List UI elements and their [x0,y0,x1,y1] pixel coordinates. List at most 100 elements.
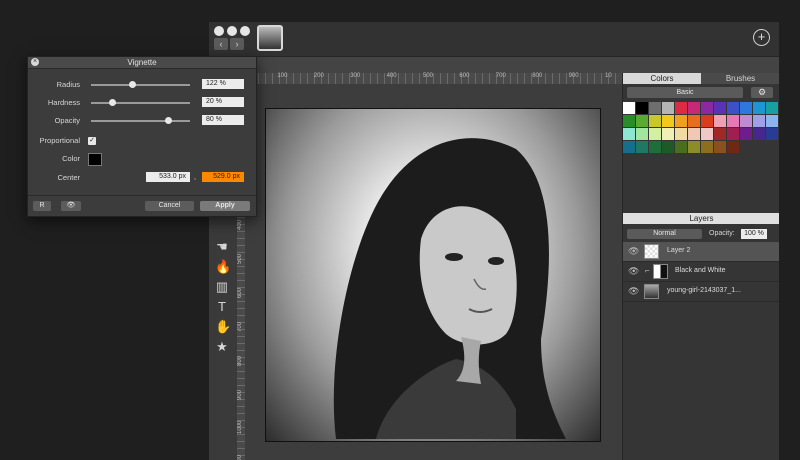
blend-mode-select[interactable]: Normal [627,229,702,239]
plus-circle-icon[interactable]: + [753,29,770,46]
hand-icon[interactable]: ✋ [215,320,231,334]
color-swatch[interactable] [753,128,765,140]
color-swatch[interactable] [766,115,778,127]
opacity-slider-knob[interactable] [164,117,172,124]
color-swatches [623,102,779,153]
color-swatch[interactable] [766,128,778,140]
eye-icon[interactable]: 👁 [628,246,639,257]
color-swatch[interactable] [740,128,752,140]
color-swatch[interactable] [649,141,661,153]
radius-slider-knob[interactable] [129,81,137,88]
color-swatch[interactable] [727,128,739,140]
star-icon[interactable]: ★ [215,340,229,354]
minimize-window-dot[interactable] [227,26,237,36]
proportional-checkbox[interactable]: ✓ [88,137,96,145]
reset-button[interactable]: R [33,201,51,211]
gradient-icon[interactable]: ▥ [215,280,229,294]
color-swatch[interactable] [727,115,739,127]
cancel-button[interactable]: Cancel [145,201,194,211]
color-swatch[interactable] [636,102,648,114]
radius-slider[interactable] [91,81,190,88]
close-window-dot[interactable] [214,26,224,36]
close-icon[interactable]: × [31,58,39,66]
tab-brushes[interactable]: Brushes [701,73,779,84]
ruler-tick-label: 600 [459,73,470,79]
proportional-label: Proportional [39,136,80,145]
hardness-slider[interactable] [91,99,190,106]
back-button[interactable]: ‹ [214,38,228,50]
opacity-slider[interactable] [91,117,190,124]
color-swatch[interactable] [714,102,726,114]
forward-button[interactable]: › [230,38,244,50]
color-swatch[interactable] [714,141,726,153]
hardness-value-input[interactable]: 20 % [202,97,244,107]
adjustment-thumbnail [653,264,668,279]
tab-colors[interactable]: Colors [623,73,701,84]
color-swatch[interactable] [662,141,674,153]
center-y-input[interactable]: 529.0 px [202,172,244,182]
photo-thumbnail[interactable] [257,25,283,51]
eye-icon[interactable]: 👁 [628,286,639,297]
color-swatch[interactable] [766,102,778,114]
color-swatch[interactable] [649,102,661,114]
apply-button[interactable]: Apply [200,201,250,211]
color-swatch[interactable] [753,102,765,114]
color-swatch[interactable] [740,115,752,127]
layer-row-young-girl[interactable]: 👁 young-girl-2143037_1... [623,282,779,302]
color-swatch[interactable] [636,141,648,153]
color-swatch[interactable] [688,141,700,153]
color-swatch[interactable] [623,115,635,127]
color-swatch[interactable] [688,128,700,140]
canvas-area[interactable] [245,84,622,460]
color-swatch[interactable] [662,102,674,114]
layer-row-layer-2[interactable]: 👁 Layer 2 [623,242,779,262]
color-well[interactable] [88,153,102,166]
color-swatch[interactable] [753,115,765,127]
color-swatch[interactable] [675,141,687,153]
color-swatch[interactable] [727,141,739,153]
eye-icon[interactable]: 👁 [628,266,639,277]
color-swatch[interactable] [714,115,726,127]
radius-value-input[interactable]: 122 % [202,79,244,89]
color-swatch[interactable] [649,115,661,127]
color-swatch[interactable] [662,128,674,140]
color-swatch[interactable] [688,102,700,114]
color-swatch[interactable] [714,128,726,140]
ruler-tick-label: 100 [277,73,288,79]
color-swatch[interactable] [636,128,648,140]
layer-thumbnail [644,284,659,299]
color-swatch[interactable] [636,115,648,127]
palette-select[interactable]: Basic [627,87,743,98]
gear-icon[interactable]: ⚙ [751,87,773,98]
color-swatch[interactable] [649,128,661,140]
color-swatch[interactable] [623,141,635,153]
color-swatch[interactable] [675,128,687,140]
text-icon[interactable]: T [215,300,229,314]
center-label: Center [57,173,80,182]
eye-icon[interactable]: 👁 [61,201,81,211]
center-x-input[interactable]: 533.0 px [146,172,190,182]
layer-opacity-input[interactable]: 100 % [741,229,767,239]
color-swatch[interactable] [701,115,713,127]
smudge-icon[interactable]: ☚ [215,240,229,254]
flame-icon[interactable]: 🔥 [215,260,231,274]
color-swatch[interactable] [701,141,713,153]
editor-window: ‹ › + 010020030040050060070080090010 100… [209,22,779,460]
color-swatch[interactable] [727,102,739,114]
zoom-window-dot[interactable] [240,26,250,36]
dialog-divider [28,195,256,196]
opacity-value-input[interactable]: 80 % [202,115,244,125]
color-swatch[interactable] [701,128,713,140]
portrait-photo[interactable] [265,108,601,442]
color-swatch[interactable] [675,115,687,127]
color-swatch[interactable] [701,102,713,114]
color-swatch[interactable] [662,115,674,127]
color-swatch[interactable] [740,102,752,114]
opacity-label: Opacity [54,116,80,125]
layer-row-black-and-white[interactable]: 👁 ⌐ Black and White [623,262,779,282]
color-swatch[interactable] [623,128,635,140]
color-swatch[interactable] [623,102,635,114]
hardness-slider-knob[interactable] [109,99,117,106]
color-swatch[interactable] [688,115,700,127]
color-swatch[interactable] [675,102,687,114]
